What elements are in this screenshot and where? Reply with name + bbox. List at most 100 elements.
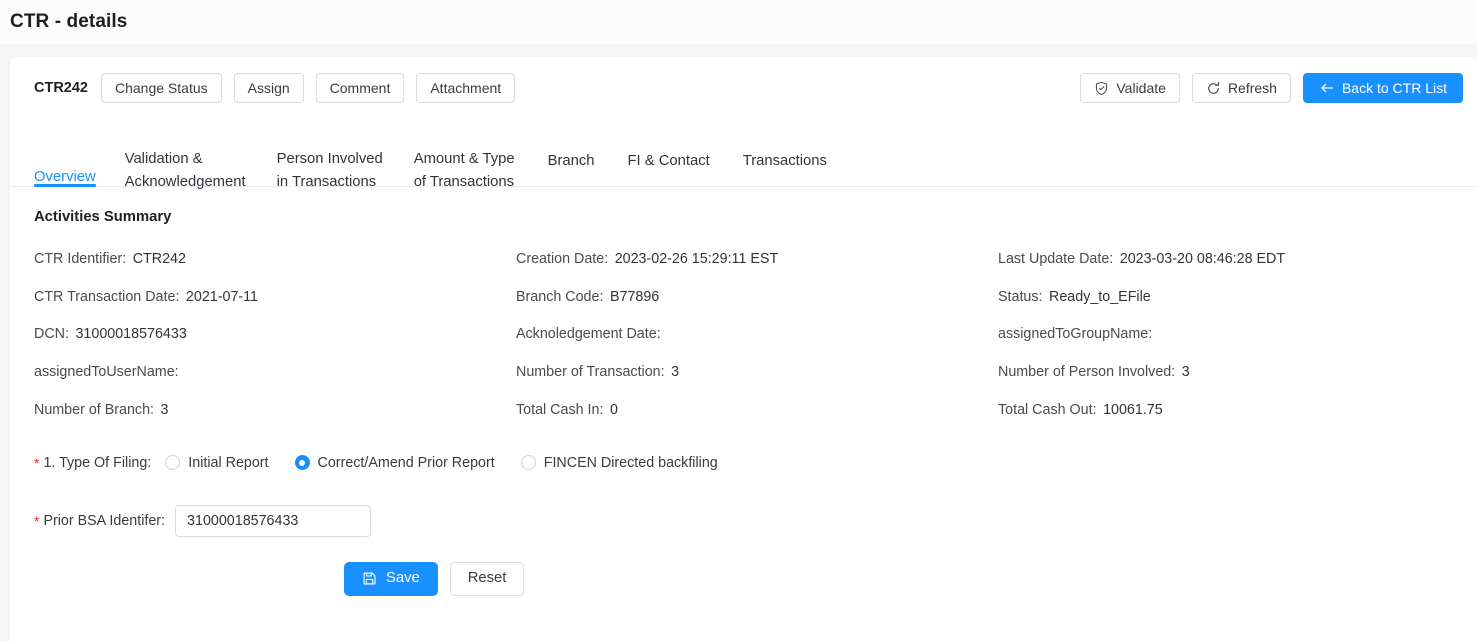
summary-field-assigned-to-group-name: assignedToGroupName: [998, 326, 1453, 343]
summary-field-label: Number of Person Involved [998, 363, 1172, 380]
radio-correct-amend-prior-report[interactable]: Correct/Amend Prior Report [294, 454, 495, 471]
summary-field-value: 3 [671, 363, 680, 380]
summary-field-label: Status [998, 288, 1039, 305]
refresh-icon [1206, 81, 1221, 96]
tab-fi-contact-label: FI & Contact [627, 153, 710, 170]
validate-button-label: Validate [1116, 80, 1166, 96]
radio-circle-selected-icon [294, 455, 310, 471]
summary-field-number-of-branch: Number of Branch: 3 [34, 401, 169, 418]
summary-field-label: Number of Transaction [516, 363, 661, 380]
summary-field-status: Status: Ready_to_EFile [998, 288, 1151, 305]
tab-amount-type-of-transactions[interactable]: Amount & Type of Transactions [414, 119, 515, 190]
summary-field-value [664, 326, 667, 342]
summary-field-value [1156, 326, 1159, 342]
back-to-ctr-list-button-label: Back to CTR List [1341, 80, 1447, 96]
tab-person-involved-in-transactions[interactable]: Person Involved in Transactions [277, 119, 383, 190]
prior-bsa-identifier-label: Prior BSA Identifer: [43, 512, 166, 529]
radio-initial-report[interactable]: Initial Report [165, 454, 269, 471]
tab-branch[interactable]: Branch [548, 119, 595, 186]
tab-branch-label: Branch [547, 153, 595, 170]
summary-field-label: Branch Code [516, 288, 600, 305]
prior-bsa-identifier-row: * Prior BSA Identifer: [34, 504, 1453, 537]
tab-bar: Overview Validation & Acknowledgement Pe… [10, 119, 1477, 190]
assign-button-label: Assign [247, 80, 290, 96]
summary-field-number-of-transaction: Number of Transaction: 3 [516, 363, 680, 380]
summary-field-value: 2023-03-20 08:46:28 EDT [1119, 251, 1286, 267]
form-footer-buttons: Save Reset [34, 561, 1453, 596]
summary-field-value: 2021-07-11 [185, 288, 258, 305]
attachment-button[interactable]: Attachment [416, 73, 516, 103]
summary-field-branch-code: Branch Code: B77896 [516, 288, 660, 305]
summary-field-label: assignedToUserName [34, 363, 175, 380]
change-status-button[interactable]: Change Status [101, 73, 222, 103]
summary-field-ctr-identifier: CTR Identifier: CTR242 [34, 251, 186, 267]
type-of-filing-row: * 1. Type Of Filing: Initial Report Corr… [34, 455, 1453, 471]
tab-transactions[interactable]: Transactions [743, 119, 827, 186]
shield-check-icon [1094, 81, 1109, 96]
summary-field-label: CTR Identifier [34, 251, 123, 267]
summary-field-value: 31000018576433 [75, 326, 187, 343]
summary-field-value: 10061.75 [1103, 401, 1163, 418]
summary-field-acknoledgement-date: Acknoledgement Date: [516, 326, 998, 343]
summary-field-label: assignedToGroupName [998, 326, 1149, 343]
validate-button[interactable]: Validate [1080, 73, 1180, 103]
comment-button-label: Comment [329, 80, 391, 96]
record-id-label: CTR242 [34, 80, 88, 96]
overview-panel: Activities Summary CTR Identifier: CTR242… [10, 187, 1477, 596]
assign-button[interactable]: Assign [233, 73, 304, 103]
summary-field-label: Number of Branch [34, 401, 151, 418]
summary-field-label: Acknoledgement Date [516, 326, 657, 343]
save-button[interactable]: Save [344, 561, 438, 596]
radio-fincen-directed-backfiling-label: FINCEN Directed backfiling [543, 454, 718, 471]
page-title: CTR - details [10, 11, 128, 32]
reset-button[interactable]: Reset [449, 561, 525, 596]
summary-field-label: Creation Date [516, 251, 605, 267]
radio-initial-report-label: Initial Report [188, 454, 269, 471]
tab-transactions-label: Transactions [742, 153, 827, 170]
summary-field-label: Total Cash In [516, 401, 600, 418]
tab-amount-type-of-transactions-label: Amount & Type of Transactions [413, 150, 515, 190]
tab-overview[interactable]: Overview [34, 119, 96, 187]
summary-field-label: CTR Transaction Date [34, 288, 176, 305]
summary-field-value [182, 364, 185, 380]
summary-field-assigned-to-user-name: assignedToUserName: [34, 364, 516, 381]
summary-field-label: Total Cash Out [998, 401, 1093, 418]
back-to-ctr-list-button[interactable]: Back to CTR List [1302, 73, 1463, 103]
radio-fincen-directed-backfiling[interactable]: FINCEN Directed backfiling [520, 454, 718, 471]
arrow-left-icon [1319, 80, 1335, 96]
activities-summary-heading: Activities Summary [34, 209, 172, 225]
tab-validation-acknowledgement-label: Validation & Acknowledgement [124, 150, 246, 190]
summary-field-total-cash-in: Total Cash In: 0 [516, 401, 618, 418]
type-of-filing-label: 1. Type Of Filing: [43, 454, 152, 471]
save-button-label: Save [386, 570, 420, 587]
summary-field-creation-date: Creation Date: 2023-02-26 15:29:11 EST [516, 251, 779, 267]
save-floppy-icon [362, 571, 377, 586]
summary-field-last-update-date: Last Update Date: 2023-03-20 08:46:28 EDT [998, 251, 1286, 267]
refresh-button-label: Refresh [1227, 80, 1277, 96]
tab-fi-contact[interactable]: FI & Contact [628, 119, 710, 186]
summary-field-value: 3 [160, 401, 169, 418]
tab-validation-acknowledgement[interactable]: Validation & Acknowledgement [125, 119, 246, 190]
action-bar-right-group: Validate Refresh Back to CTR List [1080, 73, 1463, 103]
activities-summary-grid: CTR Identifier: CTR242 Creation Date: 2023… [34, 251, 1453, 419]
radio-circle-icon [165, 455, 181, 471]
change-status-button-label: Change Status [115, 80, 208, 96]
tab-person-involved-in-transactions-label: Person Involved in Transactions [276, 150, 383, 190]
prior-bsa-identifier-input[interactable] [175, 504, 372, 537]
summary-field-label: Last Update Date [998, 251, 1110, 267]
summary-field-value: B77896 [609, 288, 660, 305]
summary-field-value: 2023-02-26 15:29:11 EST [614, 251, 779, 267]
radio-correct-amend-prior-report-label: Correct/Amend Prior Report [317, 454, 495, 471]
summary-field-value: 3 [1181, 363, 1190, 380]
attachment-button-label: Attachment [430, 80, 502, 96]
required-asterisk: * [34, 512, 40, 529]
refresh-button[interactable]: Refresh [1191, 73, 1291, 103]
radio-circle-icon [520, 455, 536, 471]
required-asterisk: * [34, 454, 40, 471]
action-bar-left-group: CTR242 Change Status Assign Comment Atta… [34, 73, 516, 103]
comment-button[interactable]: Comment [315, 73, 405, 103]
summary-field-value: Ready_to_EFile [1049, 288, 1151, 305]
summary-field-dcn: DCN: 31000018576433 [34, 326, 187, 343]
action-bar: CTR242 Change Status Assign Comment Atta… [10, 57, 1477, 119]
tab-overview-label: Overview [34, 168, 96, 185]
